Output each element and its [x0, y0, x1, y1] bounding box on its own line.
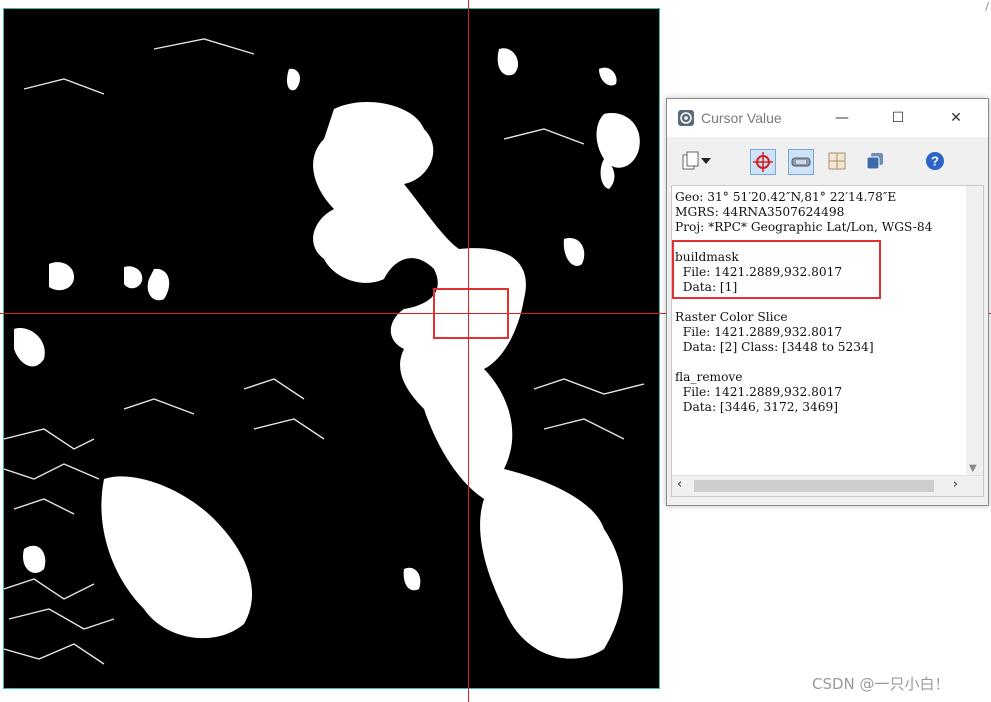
toolbar: ? [667, 137, 988, 183]
buildmask-highlight-box [672, 240, 881, 299]
scrollbar-thumb[interactable] [694, 480, 934, 492]
copy-icon [682, 151, 699, 170]
help-icon: ? [926, 152, 944, 170]
layer-file-color-slice: File: 1421.2889,932.8017 [675, 325, 843, 339]
link-icon [791, 157, 811, 167]
scroll-left-icon[interactable]: ‹ [677, 477, 682, 492]
layer-name-fla-remove: fla_remove [675, 370, 743, 384]
layer-data-fla-remove: Data: [3446, 3172, 3469] [675, 400, 838, 414]
crosshair-vertical [468, 0, 469, 702]
layer-data-color-slice: Data: [2] Class: [3448 to 5234] [675, 340, 874, 354]
scrollbar-corner [966, 476, 983, 496]
close-icon: ✕ [950, 110, 962, 126]
crosshair-icon [753, 152, 773, 172]
scroll-down-icon[interactable]: ▼ [969, 463, 977, 474]
app-icon [678, 110, 694, 126]
layers-button[interactable] [863, 149, 887, 173]
grid-button[interactable] [825, 149, 849, 173]
horizontal-scrollbar[interactable]: ‹ › [672, 475, 983, 496]
proj-line: Proj: *RPC* Geographic Lat/Lon, WGS-84 [675, 220, 933, 234]
title-bar[interactable]: Cursor Value — ☐ ✕ [667, 99, 988, 137]
window-title: Cursor Value [701, 110, 782, 126]
mgrs-line: MGRS: 44RNA3507624498 [675, 205, 845, 219]
crosshair-toggle[interactable] [750, 149, 776, 175]
maximize-button[interactable]: ☐ [887, 107, 909, 129]
copy-dropdown[interactable] [699, 149, 713, 173]
cursor-value-panel[interactable]: Geo: 31° 51′20.42″N,81° 22′14.78″E MGRS:… [671, 185, 984, 497]
watermark: CSDN @一只小白！ [812, 675, 950, 693]
cursor-value-text: Geo: 31° 51′20.42″N,81° 22′14.78″E MGRS:… [675, 190, 932, 415]
layers-icon [866, 153, 883, 170]
binary-mask-image [4, 9, 659, 688]
layer-file-fla-remove: File: 1421.2889,932.8017 [675, 385, 843, 399]
grid-icon [828, 152, 846, 170]
cursor-value-window[interactable]: Cursor Value — ☐ ✕ ? Geo: 31° 51′20.42″N… [666, 98, 989, 506]
vertical-scrollbar[interactable]: ▼ [966, 186, 983, 476]
geo-line: Geo: 31° 51′20.42″N,81° 22′14.78″E [675, 190, 897, 204]
link-toggle[interactable] [788, 149, 814, 175]
minimize-button[interactable]: — [831, 107, 853, 129]
minimize-icon: — [835, 110, 849, 126]
layer-name-color-slice: Raster Color Slice [675, 310, 788, 324]
corner-mark: / [985, 0, 989, 13]
maximize-icon: ☐ [891, 110, 905, 126]
zoom-box [433, 288, 509, 339]
dropdown-arrow-icon [701, 158, 711, 164]
scroll-right-icon[interactable]: › [953, 477, 958, 492]
close-button[interactable]: ✕ [945, 107, 967, 129]
svg-text:?: ? [931, 154, 939, 169]
raster-view[interactable] [3, 8, 660, 689]
help-button[interactable]: ? [923, 149, 947, 173]
